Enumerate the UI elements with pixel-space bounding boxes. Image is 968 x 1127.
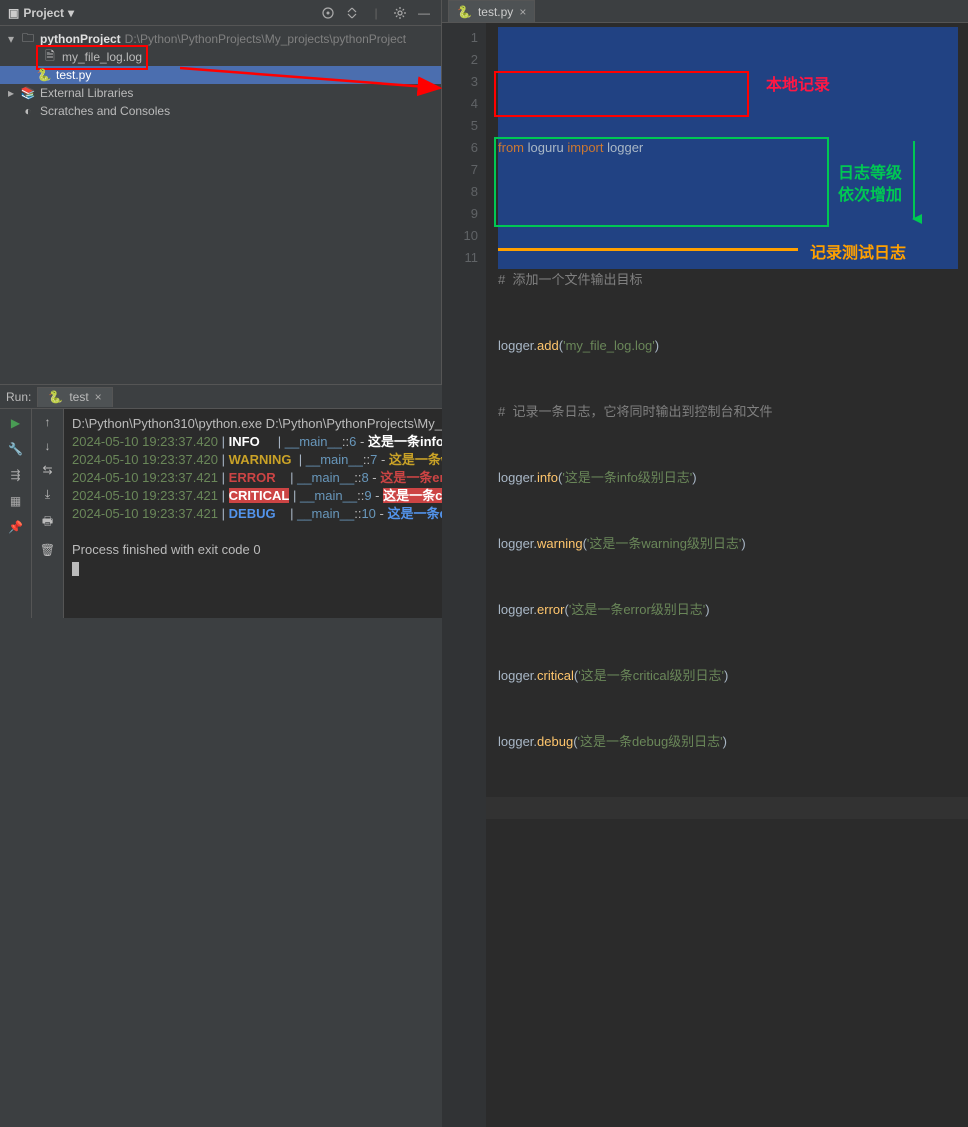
project-title[interactable]: Project bbox=[23, 6, 64, 20]
annotation-local: 本地记录 bbox=[766, 75, 830, 97]
scroll-icon[interactable]: ⤓ bbox=[45, 487, 50, 502]
up-icon[interactable]: ↑ bbox=[45, 415, 51, 429]
project-panel: ▣ Project ▾ | — ▾ bbox=[0, 0, 442, 384]
arrow-annotation bbox=[180, 60, 450, 100]
project-icon: ▣ bbox=[8, 6, 19, 20]
project-toolbar: ▣ Project ▾ | — bbox=[0, 0, 441, 26]
wrap-icon[interactable]: ⇆ bbox=[42, 463, 52, 477]
close-icon[interactable]: × bbox=[95, 390, 102, 404]
run-left-toolbar: ▶ 🔧 ⇶ ▦ 📌 bbox=[0, 409, 32, 618]
dropdown-icon[interactable]: ▾ bbox=[68, 6, 74, 20]
pin-icon[interactable]: 📌 bbox=[8, 519, 24, 535]
editor-tabs: 🐍 test.py × bbox=[442, 0, 968, 23]
green-arrow-icon bbox=[906, 141, 922, 229]
expand-all-icon[interactable] bbox=[343, 4, 361, 22]
editor-panel: 🐍 test.py × 123 456 789 1011 from loguru… bbox=[442, 0, 968, 384]
python-icon: 🐍 bbox=[48, 390, 63, 404]
close-icon[interactable]: × bbox=[519, 5, 526, 19]
green-highlight-box bbox=[494, 137, 829, 227]
annotation-levels: 日志等级依次增加 bbox=[838, 163, 902, 207]
stack-icon[interactable]: ⇶ bbox=[8, 467, 24, 483]
red-highlight-box bbox=[494, 71, 749, 117]
code-editor[interactable]: 123 456 789 1011 from loguru import logg… bbox=[442, 23, 968, 1127]
gear-icon[interactable] bbox=[391, 4, 409, 22]
trash-icon[interactable]: 🗑 bbox=[40, 543, 55, 557]
tree-scratches[interactable]: ▸ ◐ Scratches and Consoles bbox=[0, 102, 441, 120]
folder-icon: 🗀 bbox=[20, 29, 36, 50]
python-file-icon: 🐍 bbox=[36, 68, 52, 82]
print-icon[interactable]: 🖶 bbox=[42, 512, 53, 533]
file-icon: 🗎 bbox=[42, 47, 58, 68]
rerun-icon[interactable]: ▶ bbox=[8, 415, 24, 431]
run-mid-toolbar: ↑ ↓ ⇆ ⤓ 🖶 🗑 bbox=[32, 409, 64, 618]
down-icon[interactable]: ↓ bbox=[45, 439, 51, 453]
annotation-test: 记录测试日志 bbox=[810, 243, 906, 265]
tab-test[interactable]: 🐍 test.py × bbox=[448, 0, 535, 22]
run-tab-test[interactable]: 🐍 test × bbox=[37, 387, 112, 407]
python-file-icon: 🐍 bbox=[457, 5, 472, 19]
orange-underline bbox=[498, 248, 798, 251]
library-icon: 📚 bbox=[20, 86, 36, 100]
code-area[interactable]: from loguru import logger # 添加一个文件输出目标 l… bbox=[486, 23, 968, 1127]
gutter: 123 456 789 1011 bbox=[442, 23, 486, 1127]
layout-icon[interactable]: ▦ bbox=[8, 493, 24, 509]
wrench-icon[interactable]: 🔧 bbox=[8, 441, 24, 457]
divider: | bbox=[367, 4, 385, 22]
scratches-icon: ◐ bbox=[20, 104, 36, 118]
hide-icon[interactable]: — bbox=[415, 4, 433, 22]
run-label: Run: bbox=[6, 390, 31, 404]
select-opened-icon[interactable] bbox=[319, 4, 337, 22]
